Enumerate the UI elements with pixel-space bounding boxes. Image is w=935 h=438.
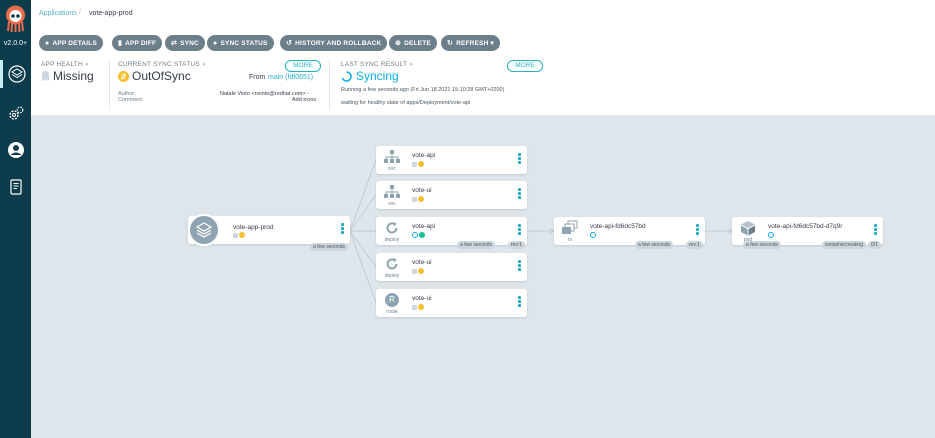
- node-kind: deploy: [384, 273, 400, 279]
- node-status: [412, 304, 424, 310]
- resource-node-svc-vote-api[interactable]: svc vote-api: [376, 146, 527, 174]
- node-menu-icon[interactable]: [874, 224, 877, 236]
- node-revision-tag: rev:1: [685, 241, 703, 249]
- out-of-sync-icon: [418, 304, 424, 310]
- sitemap-icon: [384, 185, 400, 198]
- resource-node-deploy-vote-ui[interactable]: deploy vote-ui: [376, 253, 527, 281]
- node-status: [768, 232, 774, 238]
- node-name: vote-api: [412, 152, 436, 159]
- node-name: vote-ui: [412, 259, 432, 266]
- resource-node-pod[interactable]: pod vote-api-fd6dc57bd-d7q9r a few secon…: [732, 217, 883, 249]
- node-menu-icon[interactable]: [518, 224, 521, 236]
- missing-icon: [412, 304, 417, 310]
- resource-node-rs[interactable]: rs vote-api-fd6dc57bd a few seconds rev:…: [554, 217, 705, 249]
- out-of-sync-icon: [239, 232, 245, 238]
- node-age-tag: a few seconds: [635, 241, 673, 249]
- progressing-icon: [412, 232, 418, 238]
- node-kind: rs: [567, 237, 573, 243]
- out-of-sync-icon: [418, 196, 424, 202]
- node-status: [233, 232, 245, 238]
- node-status: [412, 232, 425, 238]
- node-age-tag: a few seconds: [743, 241, 781, 249]
- node-ready-tag: 0/1: [868, 241, 881, 249]
- sitemap-icon: [384, 150, 400, 163]
- node-name: vote-api-fd6dc57bd: [590, 223, 646, 230]
- node-kind: deploy: [384, 237, 400, 243]
- replicaset-icon: [562, 220, 578, 234]
- resource-node-route-vote-ui[interactable]: R route vote-ui: [376, 289, 527, 317]
- node-name: vote-api: [412, 223, 436, 230]
- route-icon: R: [385, 293, 399, 307]
- node-name: vote-api-fd6dc57bd-d7q9r: [768, 223, 843, 230]
- out-of-sync-icon: [418, 268, 424, 274]
- pod-cube-icon: [741, 221, 755, 236]
- node-age-tag: a few seconds: [310, 243, 348, 251]
- node-status: [590, 232, 596, 238]
- node-menu-icon[interactable]: [518, 296, 521, 308]
- node-age-tag: a few seconds: [457, 241, 495, 249]
- resource-node-deploy-vote-api[interactable]: deploy vote-api a few seconds rev:1: [376, 217, 527, 249]
- deploy-refresh-icon: [386, 258, 398, 270]
- node-revision-tag: rev:1: [507, 241, 525, 249]
- node-status: [412, 161, 424, 167]
- node-kind: svc: [388, 201, 396, 207]
- node-kind: route: [386, 309, 398, 315]
- node-status: [412, 268, 424, 274]
- node-menu-icon[interactable]: [518, 260, 521, 272]
- node-phase-tag: containercreating: [821, 241, 866, 249]
- progressing-icon: [590, 232, 596, 238]
- node-menu-icon[interactable]: [341, 223, 344, 235]
- missing-icon: [412, 268, 417, 274]
- node-menu-icon[interactable]: [518, 153, 521, 165]
- node-name: vote-ui: [412, 187, 432, 194]
- app-root-node[interactable]: vote-app-prod a few seconds: [188, 214, 350, 251]
- progressing-icon: [768, 232, 774, 238]
- node-menu-icon[interactable]: [696, 224, 699, 236]
- missing-icon: [233, 232, 238, 238]
- deploy-refresh-icon: [386, 222, 398, 234]
- node-status: [412, 196, 424, 202]
- synced-icon: [419, 232, 425, 238]
- resource-node-svc-vote-ui[interactable]: svc vote-ui: [376, 181, 527, 209]
- node-menu-icon[interactable]: [518, 188, 521, 200]
- missing-icon: [412, 196, 417, 202]
- node-name: vote-app-prod: [233, 224, 274, 231]
- out-of-sync-icon: [418, 161, 424, 167]
- node-kind: svc: [388, 166, 396, 172]
- node-name: vote-ui: [412, 295, 432, 302]
- missing-icon: [412, 161, 417, 167]
- layers-icon: [188, 214, 220, 246]
